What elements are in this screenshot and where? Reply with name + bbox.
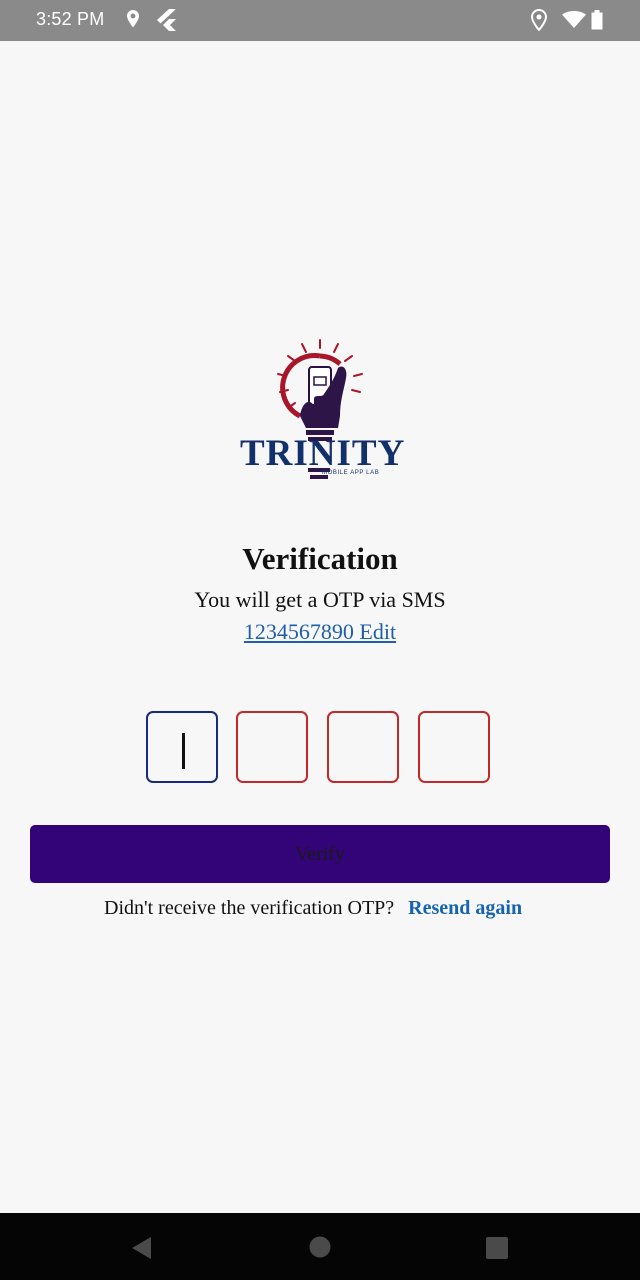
otp-digit-2[interactable] [236,711,308,783]
back-icon[interactable] [130,1236,152,1265]
otp-digit-1[interactable] [146,711,218,783]
lightbulb-hand-icon [277,339,363,441]
verify-button[interactable]: Verify [30,825,610,883]
recents-icon[interactable] [486,1237,508,1264]
status-time: 3:52 PM [36,9,105,29]
battery-icon [591,10,603,35]
otp-digit-3[interactable] [327,711,399,783]
home-icon[interactable] [309,1236,331,1263]
nav-bar [0,1213,640,1280]
logo-tagline: MOBILE APP LAB [322,470,380,476]
resend-row: Didn't receive the verification OTP? Rese… [104,897,522,920]
otp-digit-4[interactable] [418,711,490,783]
wifi-icon [562,11,586,34]
location-pin-icon [530,8,548,36]
phone-edit-link[interactable]: 1234567890 Edit [0,619,640,645]
resend-prompt: Didn't receive the verification OTP? [104,897,395,919]
otp-subtitle: You will get a OTP via SMS [194,587,446,612]
status-bar: 3:52 PM [0,0,640,41]
text-cursor [182,733,185,769]
location-pin-icon [126,9,140,34]
flutter-icon [157,9,177,36]
page-title: Verification [242,541,398,576]
trinity-logo: TRINITY MOBILE APP LAB [240,336,404,486]
resend-again-link[interactable]: Resend again [408,897,522,919]
